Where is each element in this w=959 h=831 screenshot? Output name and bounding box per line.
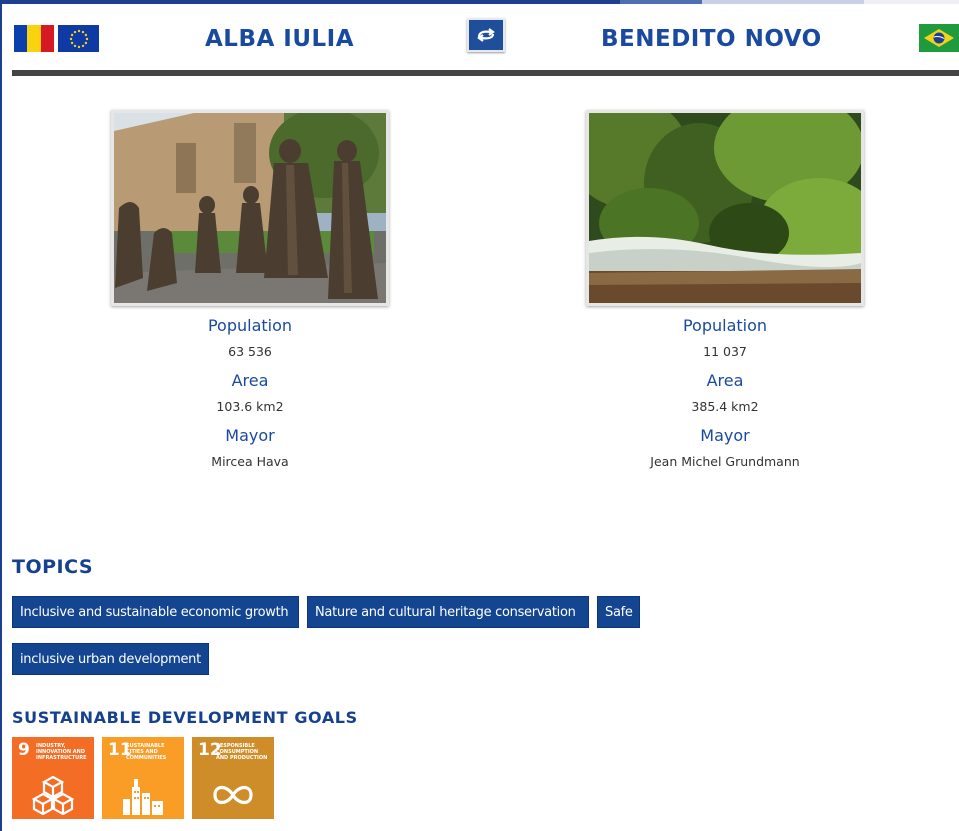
topic-tag[interactable]: Safe: [597, 596, 640, 628]
sdg-12-tile[interactable]: 12 RESPONSIBLE CONSUMPTION AND PRODUCTIO…: [192, 737, 274, 819]
right-city-photo: [586, 110, 864, 306]
city-buildings-icon: [123, 779, 163, 815]
sdg-heading: SUSTAINABLE DEVELOPMENT GOALS: [12, 708, 358, 727]
left-mayor-value: Mircea Hava: [211, 454, 289, 469]
cubes-icon: [31, 775, 75, 815]
left-population-label: Population: [207, 316, 293, 335]
comparison-header: ALBA IULIA BENEDITO NOVO: [0, 4, 959, 70]
right-mayor-label: Mayor: [700, 426, 750, 445]
right-city-title: BENEDITO NOVO: [601, 26, 822, 52]
sdg-text: RESPONSIBLE CONSUMPTION AND PRODUCTION: [216, 743, 268, 761]
right-mayor-value: Jean Michel Grundmann: [650, 454, 800, 469]
infinity-icon: [213, 785, 253, 805]
left-population-value: 63 536: [228, 344, 272, 359]
sdg-11-tile[interactable]: 11 SUSTAINABLE CITIES AND COMMUNITIES: [102, 737, 184, 819]
left-edge-bar: [0, 0, 2, 831]
header-divider: [12, 70, 959, 76]
right-population-label: Population: [682, 316, 768, 335]
brazil-flag-icon: [919, 24, 959, 52]
right-population-value: 11 037: [703, 344, 747, 359]
left-city-photo: [111, 110, 389, 306]
right-area-value: 385.4 km2: [691, 399, 759, 414]
topic-tag[interactable]: inclusive urban development: [12, 643, 209, 675]
swap-cities-button[interactable]: [467, 18, 505, 52]
sdg-text: INDUSTRY, INNOVATION AND INFRASTRUCTURE: [36, 743, 87, 761]
sdg-9-tile[interactable]: 9 INDUSTRY, INNOVATION AND INFRASTRUCTUR…: [12, 737, 94, 819]
left-area-value: 103.6 km2: [216, 399, 284, 414]
right-area-label: Area: [706, 371, 744, 390]
left-mayor-label: Mayor: [225, 426, 275, 445]
topics-heading: TOPICS: [12, 556, 94, 578]
romania-flag-icon: [14, 25, 54, 52]
sdg-number: 9: [18, 740, 30, 760]
eu-flag-icon: [58, 25, 99, 52]
swap-icon: [477, 28, 495, 42]
left-city-details: Population 63 536 Area 103.6 km2 Mayor M…: [111, 110, 389, 470]
left-city-title: ALBA IULIA: [205, 26, 355, 52]
sdg-icon-list: 9 INDUSTRY, INNOVATION AND INFRASTRUCTUR…: [12, 737, 274, 819]
right-city-details: Population 11 037 Area 385.4 km2 Mayor J…: [586, 110, 864, 470]
topic-tag[interactable]: Nature and cultural heritage conservatio…: [307, 596, 589, 628]
topic-tag[interactable]: Inclusive and sustainable economic growt…: [12, 596, 299, 628]
left-area-label: Area: [231, 371, 269, 390]
sdg-text: SUSTAINABLE CITIES AND COMMUNITIES: [126, 743, 167, 761]
